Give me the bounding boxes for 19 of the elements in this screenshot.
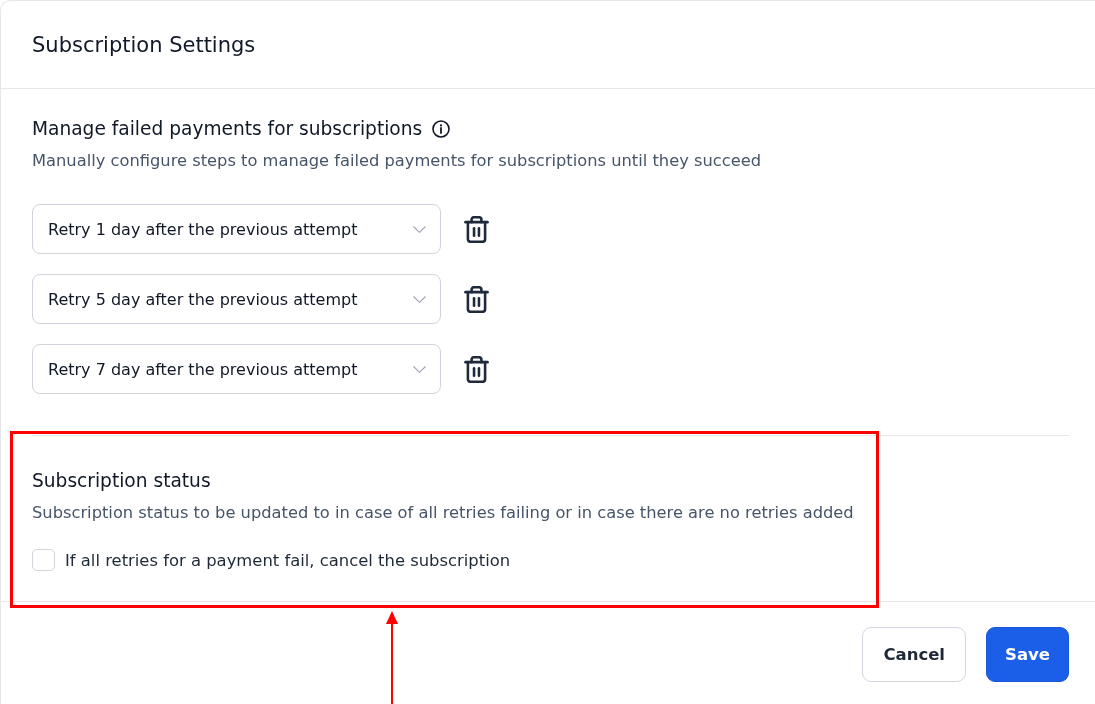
chevron-down-icon xyxy=(413,365,426,373)
section-description: Manually configure steps to manage failed payments for subscriptions until they succeed xyxy=(32,150,762,172)
trash-icon[interactable] xyxy=(464,215,489,243)
checkbox-label[interactable]: If all retries for a payment fail, cancel the subscription xyxy=(65,550,511,570)
dialog-title: Subscription Settings xyxy=(32,32,256,57)
section-title: Manage failed payments for subscriptions xyxy=(32,117,423,141)
save-button[interactable]: Save xyxy=(986,627,1069,682)
retry-dropdown[interactable]: Retry 5 day after the previous attempt xyxy=(32,274,441,324)
chevron-down-icon xyxy=(413,225,426,233)
retry-dropdown[interactable]: Retry 7 day after the previous attempt xyxy=(32,344,441,394)
section-title: Subscription status xyxy=(32,469,211,493)
cancel-button[interactable]: Cancel xyxy=(862,627,967,682)
trash-icon[interactable] xyxy=(464,285,489,313)
chevron-down-icon xyxy=(413,295,426,303)
retry-dropdown[interactable]: Retry 1 day after the previous attempt xyxy=(32,204,441,254)
trash-icon[interactable] xyxy=(464,355,489,383)
checkbox[interactable] xyxy=(32,549,55,571)
section-description: Subscription status to be updated to in case of all retries failing or in case there are no retries added xyxy=(32,502,854,524)
info-icon[interactable] xyxy=(432,120,451,138)
